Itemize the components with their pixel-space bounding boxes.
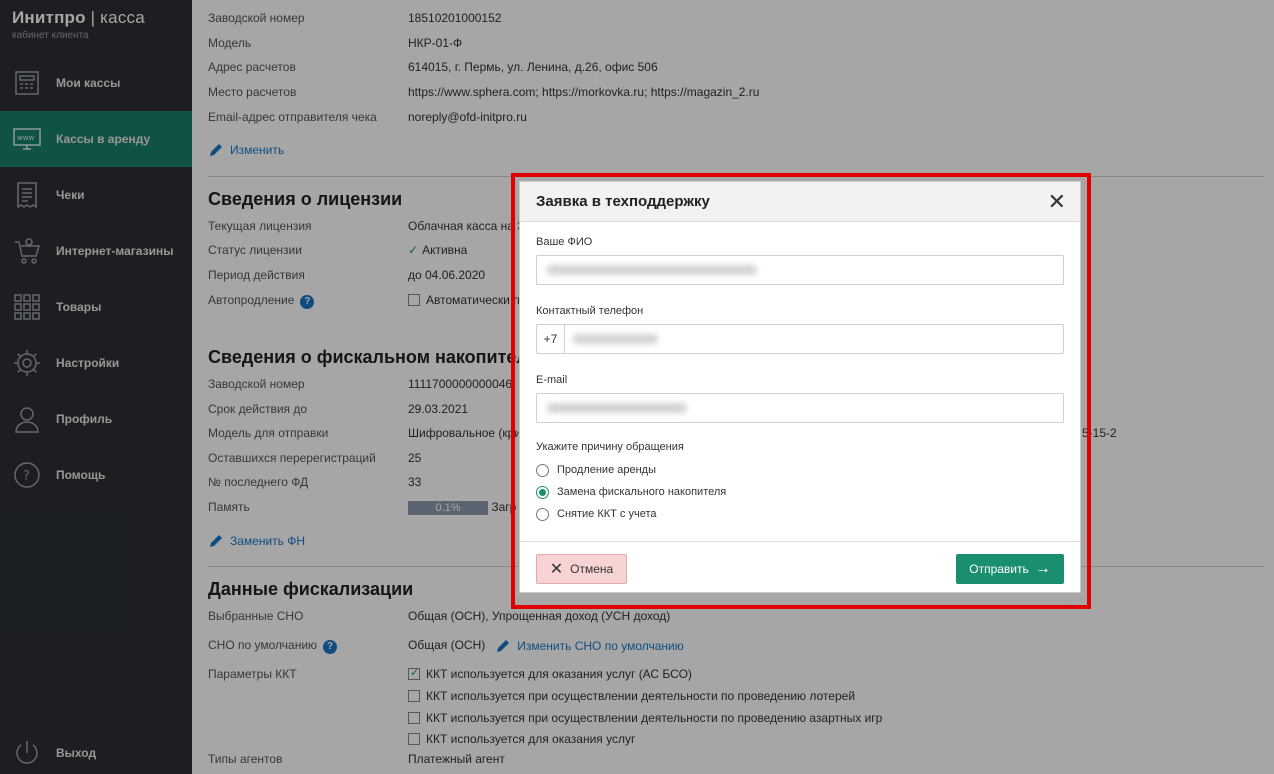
send-button[interactable]: Отправить → <box>956 554 1064 584</box>
radio-button[interactable] <box>536 463 549 477</box>
phone-label: Контактный телефон <box>536 305 644 317</box>
arrow-right-icon: → <box>1034 560 1051 577</box>
email-label: E-mail <box>536 374 568 386</box>
phone-prefix: +7 <box>537 325 565 353</box>
redacted-value <box>547 265 757 275</box>
radio-button[interactable] <box>536 507 549 521</box>
email-input[interactable] <box>536 393 1064 423</box>
radio-button[interactable] <box>536 485 549 499</box>
close-icon[interactable]: ✕ <box>1048 190 1066 213</box>
modal-footer: ✕ Отмена Отправить → <box>520 541 1080 593</box>
fio-input[interactable] <box>536 255 1064 285</box>
modal-body: Ваше ФИО Контактный телефон +7 E-mail Ук… <box>520 222 1080 525</box>
modal-header: Заявка в техподдержку ✕ <box>520 182 1080 222</box>
fio-label: Ваше ФИО <box>536 236 593 248</box>
redacted-value <box>547 403 687 413</box>
close-icon: ✕ <box>549 561 564 578</box>
redacted-value <box>573 334 658 344</box>
reason-label: Укажите причину обращения <box>536 441 684 453</box>
modal-title: Заявка в техподдержку <box>536 193 710 210</box>
phone-input[interactable]: +7 <box>536 324 1064 354</box>
support-request-modal: Заявка в техподдержку ✕ Ваше ФИО Контакт… <box>519 181 1081 593</box>
reason-option[interactable]: Замена фискального накопителя <box>536 481 1064 503</box>
cancel-button[interactable]: ✕ Отмена <box>536 554 627 584</box>
reason-option[interactable]: Продление аренды <box>536 459 1064 481</box>
reason-option[interactable]: Снятие ККТ с учета <box>536 503 1064 525</box>
